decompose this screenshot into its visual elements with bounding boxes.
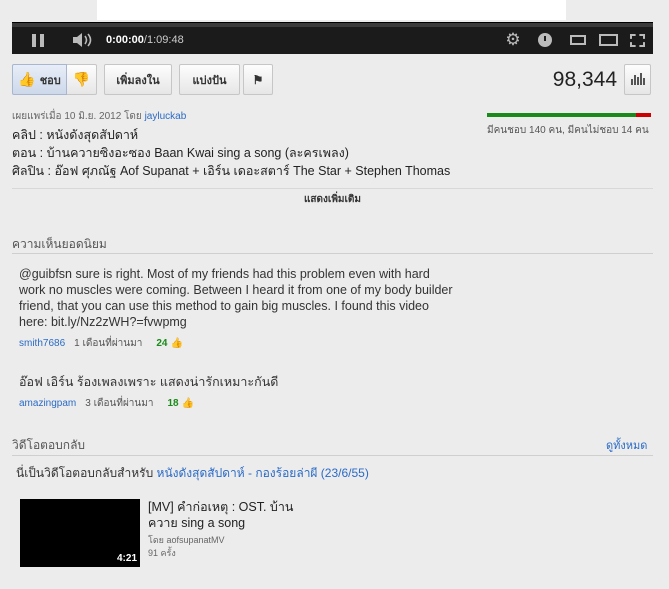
comment-meta: amazingpam 3 เดือนที่ผ่านมา 18 👍 <box>19 396 194 411</box>
comment-text: @guibfsn sure is right. Most of my frien… <box>19 267 453 329</box>
video-frame[interactable] <box>97 0 566 20</box>
description-line: ศิลปิน : อ๊อฟ ศุภณัฐ Aof Supanat + เอิร์… <box>12 164 451 178</box>
comment-time: 3 เดือนที่ผ่านมา <box>85 398 154 409</box>
likes-ratio-text: มีคนชอบ 140 คน, มีคนไม่ชอบ 14 คน <box>487 125 649 136</box>
stats-button[interactable] <box>624 64 651 95</box>
thumbs-up-icon: 👍 <box>18 71 36 87</box>
comment-meta: smith7686 1 เดือนที่ผ่านมา 24 👍 <box>19 336 183 351</box>
action-bar: 👍 ชอบ 👎 เพิ่มลงใน แบ่งปัน ⚑ <box>12 64 273 95</box>
video-responses-title: วิดีโอตอบกลับ <box>12 438 86 452</box>
share-button[interactable]: แบ่งปัน <box>179 64 240 95</box>
like-button[interactable]: 👍 ชอบ <box>12 64 67 95</box>
thumbs-up-icon[interactable]: 👍 <box>182 398 194 409</box>
response-note-prefix: นี่เป็นวิดีโอตอบกลับสำหรับ <box>16 466 157 480</box>
response-note: นี่เป็นวิดีโอตอบกลับสำหรับ หนังดังสุดสัป… <box>16 464 369 483</box>
thumbs-down-icon: 👎 <box>72 71 91 87</box>
dislike-button[interactable]: 👎 <box>67 64 97 95</box>
response-parent-link[interactable]: หนังดังสุดสัปดาห์ - กองร้อยล่าผี (23/6/5… <box>157 466 369 480</box>
duration: 1:09:48 <box>146 34 184 46</box>
response-video-author: โดย aofsupanatMV <box>148 535 225 545</box>
thumbs-up-icon[interactable]: 👍 <box>170 338 182 349</box>
publish-date: เผยแพร่เมื่อ 10 มิ.ย. 2012 โดย <box>12 111 145 122</box>
video-duration: 4:21 <box>116 553 137 564</box>
small-player-icon[interactable] <box>567 29 589 51</box>
see-all-link[interactable]: ดูทั้งหมด <box>606 436 647 454</box>
pause-icon[interactable] <box>28 29 48 51</box>
video-surface[interactable] <box>0 0 669 22</box>
view-count: 98,344 <box>552 68 617 91</box>
time-display: 0:00:00 / 1:09:48 <box>106 29 184 51</box>
publish-info: เผยแพร่เมื่อ 10 มิ.ย. 2012 โดย jayluckab <box>12 109 186 124</box>
comment-text: อ๊อฟ เอิร์น ร้องเพลงเพราะ แสดงน่ารักเหมา… <box>19 375 279 389</box>
description-line: คลิป : หนังดังสุดสัปดาห์ <box>12 128 139 142</box>
stats-icon <box>630 73 645 85</box>
likes-ratio-bar <box>487 113 651 117</box>
like-label: ชอบ <box>39 74 61 87</box>
comment-time: 1 เดือนที่ผ่านมา <box>74 338 143 349</box>
description: คลิป : หนังดังสุดสัปดาห์ ตอน : บ้านควายซ… <box>12 126 482 184</box>
flag-button[interactable]: ⚑ <box>243 64 273 95</box>
player-controls: 0:00:00 / 1:09:48 ⚙ <box>12 22 653 54</box>
seek-bar[interactable] <box>12 23 653 27</box>
response-video-title[interactable]: [MV] คำก่อเหตุ : OST. บ้านควาย sing a so… <box>148 499 323 531</box>
current-time: 0:00:00 <box>106 34 144 46</box>
comment-votes: 18 <box>167 398 179 409</box>
comment-votes: 24 <box>156 338 168 349</box>
divider <box>12 455 653 456</box>
top-comments-title: ความเห็นยอดนิยม <box>12 237 107 251</box>
video-thumbnail[interactable]: 4:21 <box>20 499 140 567</box>
gear-icon[interactable]: ⚙ <box>502 29 524 51</box>
comment-author[interactable]: smith7686 <box>19 338 65 349</box>
large-player-icon[interactable] <box>596 29 620 51</box>
volume-icon[interactable] <box>70 29 96 51</box>
uploader-link[interactable]: jayluckab <box>145 111 187 122</box>
add-to-button[interactable]: เพิ่มลงใน <box>104 64 172 95</box>
flag-icon: ⚑ <box>252 72 264 87</box>
response-video-views: 91 ครั้ง <box>148 548 176 558</box>
show-more-button[interactable]: แสดงเพิ่มเติม <box>12 192 653 207</box>
divider <box>12 253 653 254</box>
description-line: ตอน : บ้านควายซิงอะซอง Baan Kwai sing a … <box>12 146 349 160</box>
fullscreen-icon[interactable] <box>626 29 648 51</box>
likes-ratio-fill <box>487 113 637 117</box>
comment-author[interactable]: amazingpam <box>19 398 76 409</box>
divider <box>12 188 653 189</box>
watch-later-icon[interactable] <box>534 29 556 51</box>
